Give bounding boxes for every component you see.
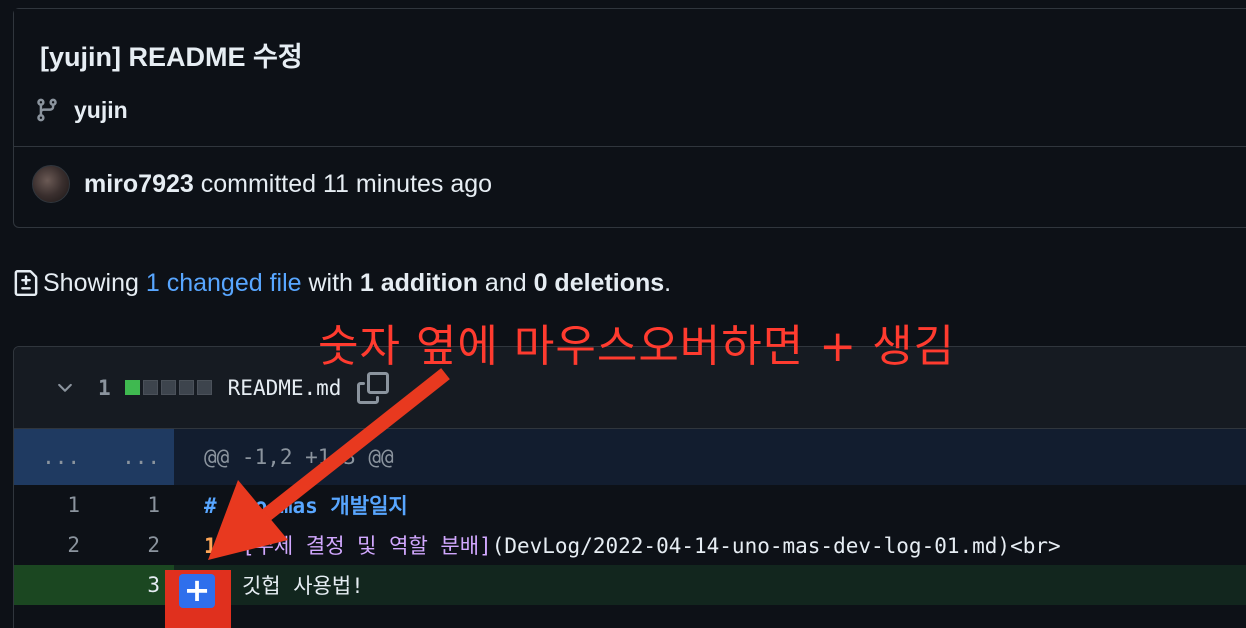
additions-count: 1 addition — [359, 268, 478, 297]
line-number-new[interactable]: 1 — [94, 485, 174, 525]
md-link-text: [주제 결정 및 역할 분배] — [241, 534, 492, 558]
md-link-url: (DevLog/2022-04-14-uno-mas-dev-log-01.md… — [491, 534, 1061, 558]
diffstat-block-neutral — [160, 380, 176, 395]
line-number-old[interactable]: 1 — [14, 485, 94, 525]
file-name[interactable]: README.md — [228, 376, 342, 400]
branch-name[interactable]: yujin — [74, 97, 128, 124]
diff-line: 2 2 1. [주제 결정 및 역할 분배](DevLog/2022-04-14… — [14, 525, 1246, 565]
git-branch-icon — [37, 98, 57, 122]
code-line: # uno-mas 개발일지 — [174, 490, 408, 520]
commit-header — [14, 9, 1246, 147]
commit-title: [yujin] README 수정 — [40, 42, 303, 72]
change-count: 1 — [98, 375, 111, 400]
summary-prefix: Showing — [43, 268, 146, 297]
annotation-text: 숫자 옆에 마우스오버하면 + 생김 — [318, 321, 956, 372]
summary-suffix: . — [664, 268, 672, 297]
line-number-old[interactable] — [14, 565, 94, 605]
branch-row[interactable]: yujin — [34, 95, 128, 125]
commit-time: committed 11 minutes ago — [193, 169, 493, 198]
avatar[interactable] — [32, 165, 70, 203]
diffstat-block-neutral — [178, 380, 194, 395]
hunk-row: ... ... @@ -1,2 +1,3 @@ — [14, 429, 1246, 485]
diffstat-block-neutral — [142, 380, 158, 395]
summary-with: with — [301, 268, 360, 297]
add-comment-button[interactable]: + — [179, 574, 215, 608]
deletions-count: 0 deletions — [533, 268, 665, 297]
code-line: 1. [주제 결정 및 역할 분배](DevLog/2022-04-14-uno… — [174, 530, 1061, 560]
md-list-number: 1. — [204, 534, 230, 558]
diffstat-block-neutral — [196, 380, 212, 395]
line-number-new[interactable]: 3 — [94, 565, 174, 605]
hunk-header: @@ -1,2 +1,3 @@ — [204, 445, 394, 469]
chevron-down-icon[interactable] — [54, 377, 76, 399]
diff-line: 1 1 # uno-mas 개발일지 — [14, 485, 1246, 525]
hunk-expand-old[interactable]: ... — [14, 429, 94, 485]
author-name[interactable]: miro7923 — [84, 170, 194, 198]
diffstat-block-add — [124, 380, 140, 395]
author-row: miro7923 committed 11 minutes ago — [32, 165, 492, 203]
summary-and: and — [477, 268, 534, 297]
md-text: 깃헙 사용법! — [229, 574, 364, 598]
line-number-old[interactable]: 2 — [14, 525, 94, 565]
author-text: miro7923 committed 11 minutes ago — [84, 170, 492, 199]
hunk-expand-new[interactable]: ... — [94, 429, 174, 485]
commit-box: [yujin] README 수정 yujin miro7923 committ… — [13, 8, 1246, 228]
copy-icon[interactable] — [357, 371, 390, 404]
file-diff-icon — [14, 270, 38, 296]
diffstat — [124, 380, 212, 395]
md-heading: # uno-mas 개발일지 — [204, 494, 408, 518]
changed-files-link[interactable]: 1 changed file — [146, 269, 302, 298]
line-number-new[interactable]: 2 — [94, 525, 174, 565]
diff-summary: Showing 1 changed file with 1 addition a… — [13, 268, 671, 298]
